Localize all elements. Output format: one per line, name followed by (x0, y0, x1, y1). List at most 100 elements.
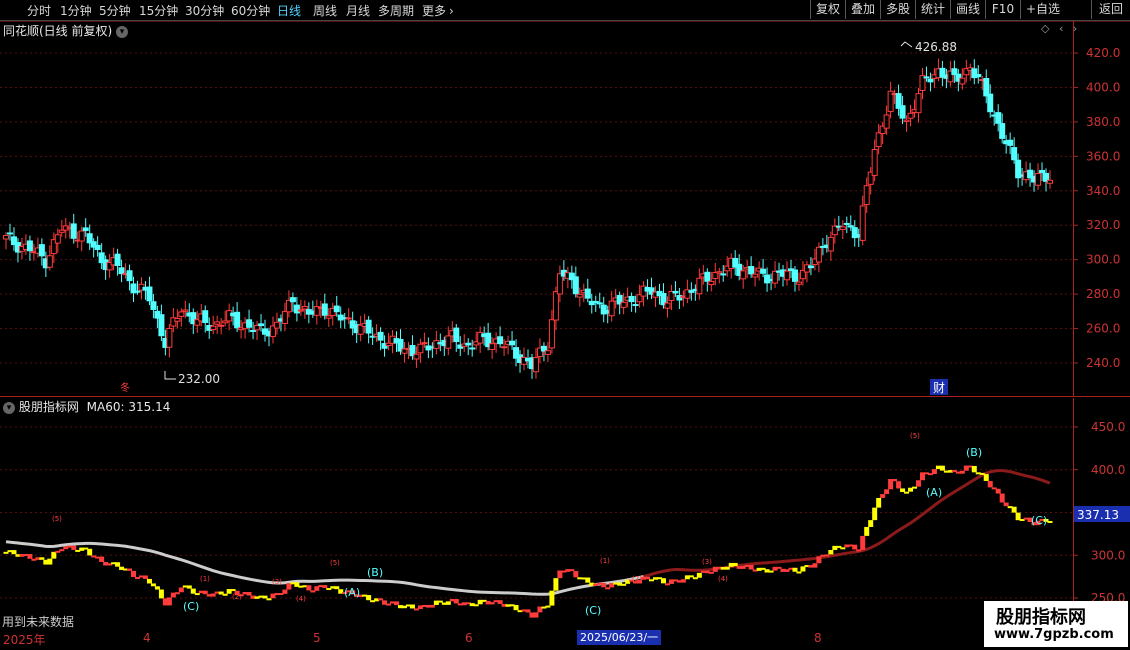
indicator-bar (99, 556, 105, 562)
statistics-button[interactable]: 统计 (915, 0, 950, 19)
multi-stock-button[interactable]: 多股 (880, 0, 915, 19)
candle-body (166, 327, 173, 348)
candle-body (281, 311, 288, 324)
indicator-bar (983, 474, 989, 481)
period-tab-1min[interactable]: 1分钟 (60, 2, 92, 19)
candle-body (218, 324, 225, 327)
period-tab-more[interactable]: 更多 › (422, 2, 454, 19)
count-label: (5) (52, 515, 62, 523)
indicator-bar (553, 578, 559, 591)
period-tab-30min[interactable]: 30分钟 (185, 2, 224, 19)
indicator-bar (409, 604, 415, 609)
candle-body (497, 336, 504, 345)
indicator-bar (71, 545, 77, 550)
candle-body (951, 68, 958, 75)
chevron-right-icon: › (449, 4, 454, 18)
period-tab-multi[interactable]: 多周期 (378, 2, 414, 19)
main-candlestick-chart[interactable]: 420.0 400.0 380.0 360.0 340.0 320.0 300.0 280.0… (0, 21, 1130, 397)
date-axis (0, 630, 1130, 650)
indicator-chart[interactable]: 450.0400.0350.0300.0250.0(C)(A)(B)(C)(A)… (0, 398, 1130, 630)
candle-body (608, 300, 615, 317)
more-label: 更多 (422, 4, 447, 18)
f10-button[interactable]: F10 (985, 0, 1020, 19)
indicator-bar (896, 481, 902, 489)
candle-body (592, 301, 599, 304)
indicator-bar (445, 601, 451, 605)
candle-body (1047, 179, 1053, 184)
candle-body (501, 346, 508, 349)
candle-body (584, 288, 591, 299)
indicator-bar (47, 558, 53, 565)
indicator-bar (939, 465, 945, 471)
indicator-bar (916, 480, 922, 487)
candle-body (556, 273, 563, 295)
period-tab-fenshi[interactable]: 分时 (27, 2, 51, 19)
marker-cai: 财 (933, 381, 945, 395)
period-tab-monthly[interactable]: 月线 (346, 2, 370, 19)
period-tab-15min[interactable]: 15分钟 (139, 2, 178, 19)
add-watchlist-button[interactable]: +自选 (1020, 0, 1065, 19)
overlay-button[interactable]: 叠加 (845, 0, 880, 19)
indicator-bar (246, 592, 252, 596)
candle-body (859, 205, 866, 241)
candle-body (784, 270, 791, 281)
indicator-bar (59, 549, 65, 552)
candle-body (532, 357, 539, 373)
y-tick-label: 260.0 (1086, 322, 1120, 336)
candle-body (843, 222, 850, 225)
candle-body (959, 77, 966, 85)
cursor-date-label: 2025/06/23/一 (577, 630, 662, 645)
indicator-bar (51, 551, 57, 559)
candle-body (740, 270, 747, 280)
candle-body (883, 114, 890, 129)
candle-body (716, 271, 723, 274)
candle-body (273, 321, 280, 329)
candle-body (78, 230, 85, 242)
indicator-bar (892, 478, 898, 482)
candle-body (795, 281, 802, 285)
draw-line-button[interactable]: 画线 (950, 0, 985, 19)
panel-controls: ◇ ‹ › (1041, 22, 1077, 35)
indicator-bar (174, 592, 180, 595)
chevron-down-icon[interactable]: ▾ (3, 401, 15, 414)
period-tab-60min[interactable]: 60分钟 (231, 2, 270, 19)
candle-body (572, 276, 579, 295)
candle-body (596, 302, 603, 305)
indicator-bar (840, 547, 846, 550)
candle-body (174, 318, 181, 322)
candle-body (433, 340, 440, 349)
candle-body (847, 225, 854, 228)
wave-label: (A) (344, 586, 360, 599)
indicator-bar (999, 493, 1005, 503)
candle-body (632, 304, 639, 307)
back-button[interactable]: 返回 (1091, 0, 1130, 19)
period-tab-weekly[interactable]: 周线 (313, 2, 337, 19)
adjust-button[interactable]: 复权 (810, 0, 845, 19)
chevron-down-icon[interactable]: ▾ (116, 25, 129, 38)
indicator-bar (912, 486, 918, 489)
main-title-text: 同花顺(日线 前复权) (3, 24, 113, 38)
candle-body (628, 295, 635, 303)
candle-body (58, 229, 65, 233)
y-tick-label: 360.0 (1086, 149, 1120, 163)
candle-body (1011, 147, 1018, 161)
period-tab-5min[interactable]: 5分钟 (99, 2, 131, 19)
main-panel-title: 同花顺(日线 前复权) ▾ (3, 22, 129, 39)
candle-body (839, 226, 846, 230)
period-tab-daily[interactable]: 日线 (277, 2, 301, 19)
candle-body (927, 78, 934, 83)
indicator-bar (884, 489, 890, 495)
candle-body (552, 291, 559, 321)
chevron-right-icon[interactable]: › (1073, 22, 1077, 35)
count-label: (4) (718, 575, 728, 583)
indicator-bar (852, 544, 858, 550)
chevron-left-icon[interactable]: ‹ (1059, 22, 1063, 35)
indicator-bar (872, 507, 878, 521)
diamond-icon[interactable]: ◇ (1041, 22, 1049, 35)
indicator-bar (645, 576, 651, 580)
candle-body (772, 270, 779, 284)
indicator-bar (378, 598, 384, 601)
indicator-bar (585, 577, 591, 583)
indicator-bar (334, 586, 340, 590)
indicator-bar (904, 491, 910, 494)
